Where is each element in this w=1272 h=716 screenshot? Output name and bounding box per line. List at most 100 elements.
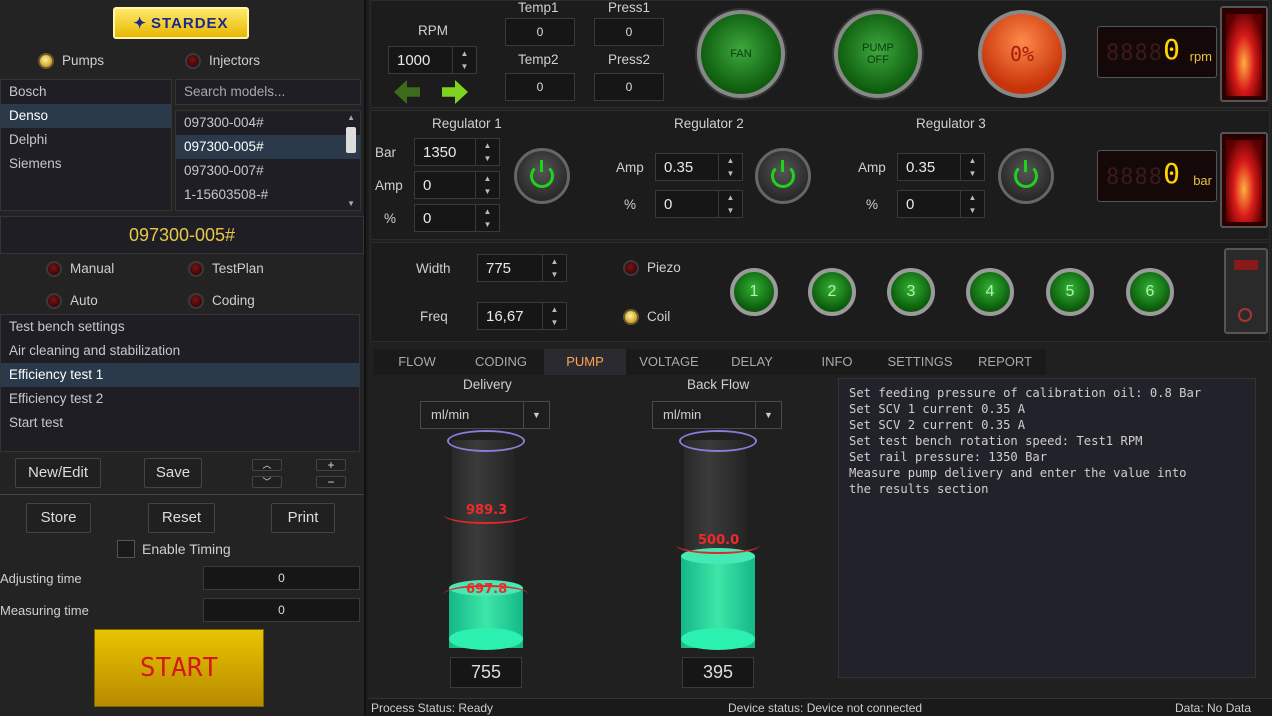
backflow-unit-dropdown[interactable]: ml/min ▼ [652, 401, 782, 429]
channel-3-button[interactable]: 3 [887, 268, 935, 316]
fan-button[interactable]: FAN [697, 10, 785, 98]
reg1-bar-value: 1350 [423, 143, 457, 161]
radio-testplan[interactable]: TestPlan [188, 261, 264, 278]
delivery-unit-dropdown[interactable]: ml/min ▼ [420, 401, 550, 429]
remove-button[interactable]: − [316, 476, 346, 488]
spin-arrows-icon: ▲ ▼ [718, 154, 742, 180]
tab-pump[interactable]: PUMP [544, 349, 626, 375]
rpm-stepper[interactable]: 1000 ▲ ▼ [388, 46, 477, 74]
press1-field: 0 [594, 18, 664, 46]
percent-button[interactable]: 0% [978, 10, 1066, 98]
power-switch-1[interactable] [1220, 6, 1268, 102]
scroll-up-icon[interactable]: ▲ [347, 113, 355, 122]
radio-off-icon [185, 53, 201, 70]
test-item[interactable]: Efficiency test 1 [1, 363, 359, 387]
reg1-power-button[interactable] [514, 148, 570, 204]
model-item[interactable]: 097300-004# [176, 111, 360, 135]
tab-info[interactable]: INFO [804, 349, 870, 375]
reg2-pct-stepper[interactable]: 0 ▲ ▼ [655, 190, 743, 218]
measuring-time-field[interactable]: 0 [203, 598, 360, 622]
test-item[interactable]: Efficiency test 2 [1, 387, 359, 411]
move-up-button[interactable]: ︿ [252, 459, 282, 471]
spin-arrows-icon: ▲ ▼ [960, 154, 984, 180]
test-item[interactable]: Start test [1, 411, 359, 435]
print-button[interactable]: Print [271, 503, 335, 533]
reg1-pct-stepper[interactable]: 0 ▲ ▼ [414, 204, 500, 232]
channel-5-button[interactable]: 5 [1046, 268, 1094, 316]
reg1-amp-value: 0 [423, 176, 432, 194]
device-status: Device status: Device not connected [728, 701, 923, 715]
chevron-down-icon: ▼ [755, 402, 781, 428]
model-item[interactable]: 1-15603508-# [176, 183, 360, 207]
spin-arrows-icon: ▲ ▼ [960, 191, 984, 217]
brand-item[interactable]: Delphi [1, 128, 171, 152]
radio-coding[interactable]: Coding [188, 293, 255, 310]
save-button[interactable]: Save [144, 458, 202, 488]
brand-item[interactable]: Bosch [1, 80, 171, 104]
add-button[interactable]: + [316, 459, 346, 471]
channel-6-button[interactable]: 6 [1126, 268, 1174, 316]
brand-item[interactable]: Siemens [1, 152, 171, 176]
tab-delay[interactable]: DELAY [716, 349, 788, 375]
new-edit-button[interactable]: New/Edit [15, 458, 101, 488]
tab-settings[interactable]: SETTINGS [876, 349, 964, 375]
toggle-switch-3[interactable] [1224, 248, 1268, 334]
power-switch-2[interactable] [1220, 132, 1268, 228]
test-item[interactable]: Air cleaning and stabilization [1, 339, 359, 363]
radio-injectors[interactable]: Injectors [185, 53, 260, 70]
channel-1-button[interactable]: 1 [730, 268, 778, 316]
radio-auto[interactable]: Auto [46, 293, 98, 310]
delivery-value-field: 755 [450, 657, 522, 688]
reset-button[interactable]: Reset [148, 503, 215, 533]
chevron-up-icon: ︿ [262, 460, 272, 470]
switch-glow-icon [1226, 140, 1262, 222]
tab-report[interactable]: REPORT [968, 349, 1042, 375]
chevron-down-icon: ﹀ [262, 477, 272, 487]
backflow-upper-limit-label: 500.0 [698, 533, 740, 548]
model-item[interactable]: 097300-007# [176, 159, 360, 183]
reg1-amp-stepper[interactable]: 0 ▲ ▼ [414, 171, 500, 199]
spin-arrows-icon: ▲ ▼ [452, 47, 476, 73]
scroll-down-icon[interactable]: ▼ [347, 199, 355, 208]
instruction-line: Set SCV 1 current 0.35 A [849, 402, 1026, 416]
search-input[interactable]: Search models... [175, 79, 361, 105]
radio-pumps[interactable]: Pumps [38, 53, 104, 70]
freq-label: Freq [420, 309, 448, 324]
switch-glow-icon [1226, 14, 1262, 96]
rpm-label: RPM [418, 23, 448, 38]
freq-stepper[interactable]: 16,67 ▲ ▼ [477, 302, 567, 330]
selected-model-display: 097300-005# [0, 216, 364, 254]
enable-timing-label: Enable Timing [142, 541, 231, 557]
model-list-scrollbar[interactable] [346, 127, 356, 153]
reg1-bar-stepper[interactable]: 1350 ▲ ▼ [414, 138, 500, 166]
adjusting-time-field[interactable]: 0 [203, 566, 360, 590]
start-button[interactable]: START [94, 629, 264, 707]
move-down-button[interactable]: ﹀ [252, 476, 282, 488]
pump-off-button[interactable]: PUMP OFF [834, 10, 922, 98]
model-item[interactable]: 097300-005# [176, 135, 360, 159]
app-window: ✦ STARDEX Pumps Injectors Bosch Denso Del… [0, 0, 1272, 716]
radio-off-icon [46, 261, 62, 278]
reg2-amp-stepper[interactable]: 0.35 ▲ ▼ [655, 153, 743, 181]
store-button[interactable]: Store [26, 503, 91, 533]
reg3-power-button[interactable] [998, 148, 1054, 204]
reg2-power-button[interactable] [755, 148, 811, 204]
test-item[interactable]: Test bench settings [1, 315, 359, 339]
brand-item[interactable]: Denso [1, 104, 171, 128]
tab-voltage[interactable]: VOLTAGE [630, 349, 708, 375]
channel-2-button[interactable]: 2 [808, 268, 856, 316]
freq-value: 16,67 [486, 307, 524, 325]
tab-coding[interactable]: CODING [464, 349, 538, 375]
tab-flow[interactable]: FLOW [382, 349, 452, 375]
channel-4-button[interactable]: 4 [966, 268, 1014, 316]
radio-coil[interactable]: Coil [623, 309, 670, 326]
width-stepper[interactable]: 775 ▲ ▼ [477, 254, 567, 282]
display-ghost-digits: 8888 [1106, 41, 1163, 66]
reg3-amp-stepper[interactable]: 0.35 ▲ ▼ [897, 153, 985, 181]
radio-manual[interactable]: Manual [46, 261, 114, 278]
enable-timing-checkbox[interactable]: Enable Timing [117, 540, 231, 558]
reg3-pct-stepper[interactable]: 0 ▲ ▼ [897, 190, 985, 218]
radio-piezo[interactable]: Piezo [623, 260, 681, 277]
instructions-panel: Set feeding pressure of calibration oil:… [838, 378, 1256, 678]
cylinder-bottom-icon [681, 628, 755, 650]
